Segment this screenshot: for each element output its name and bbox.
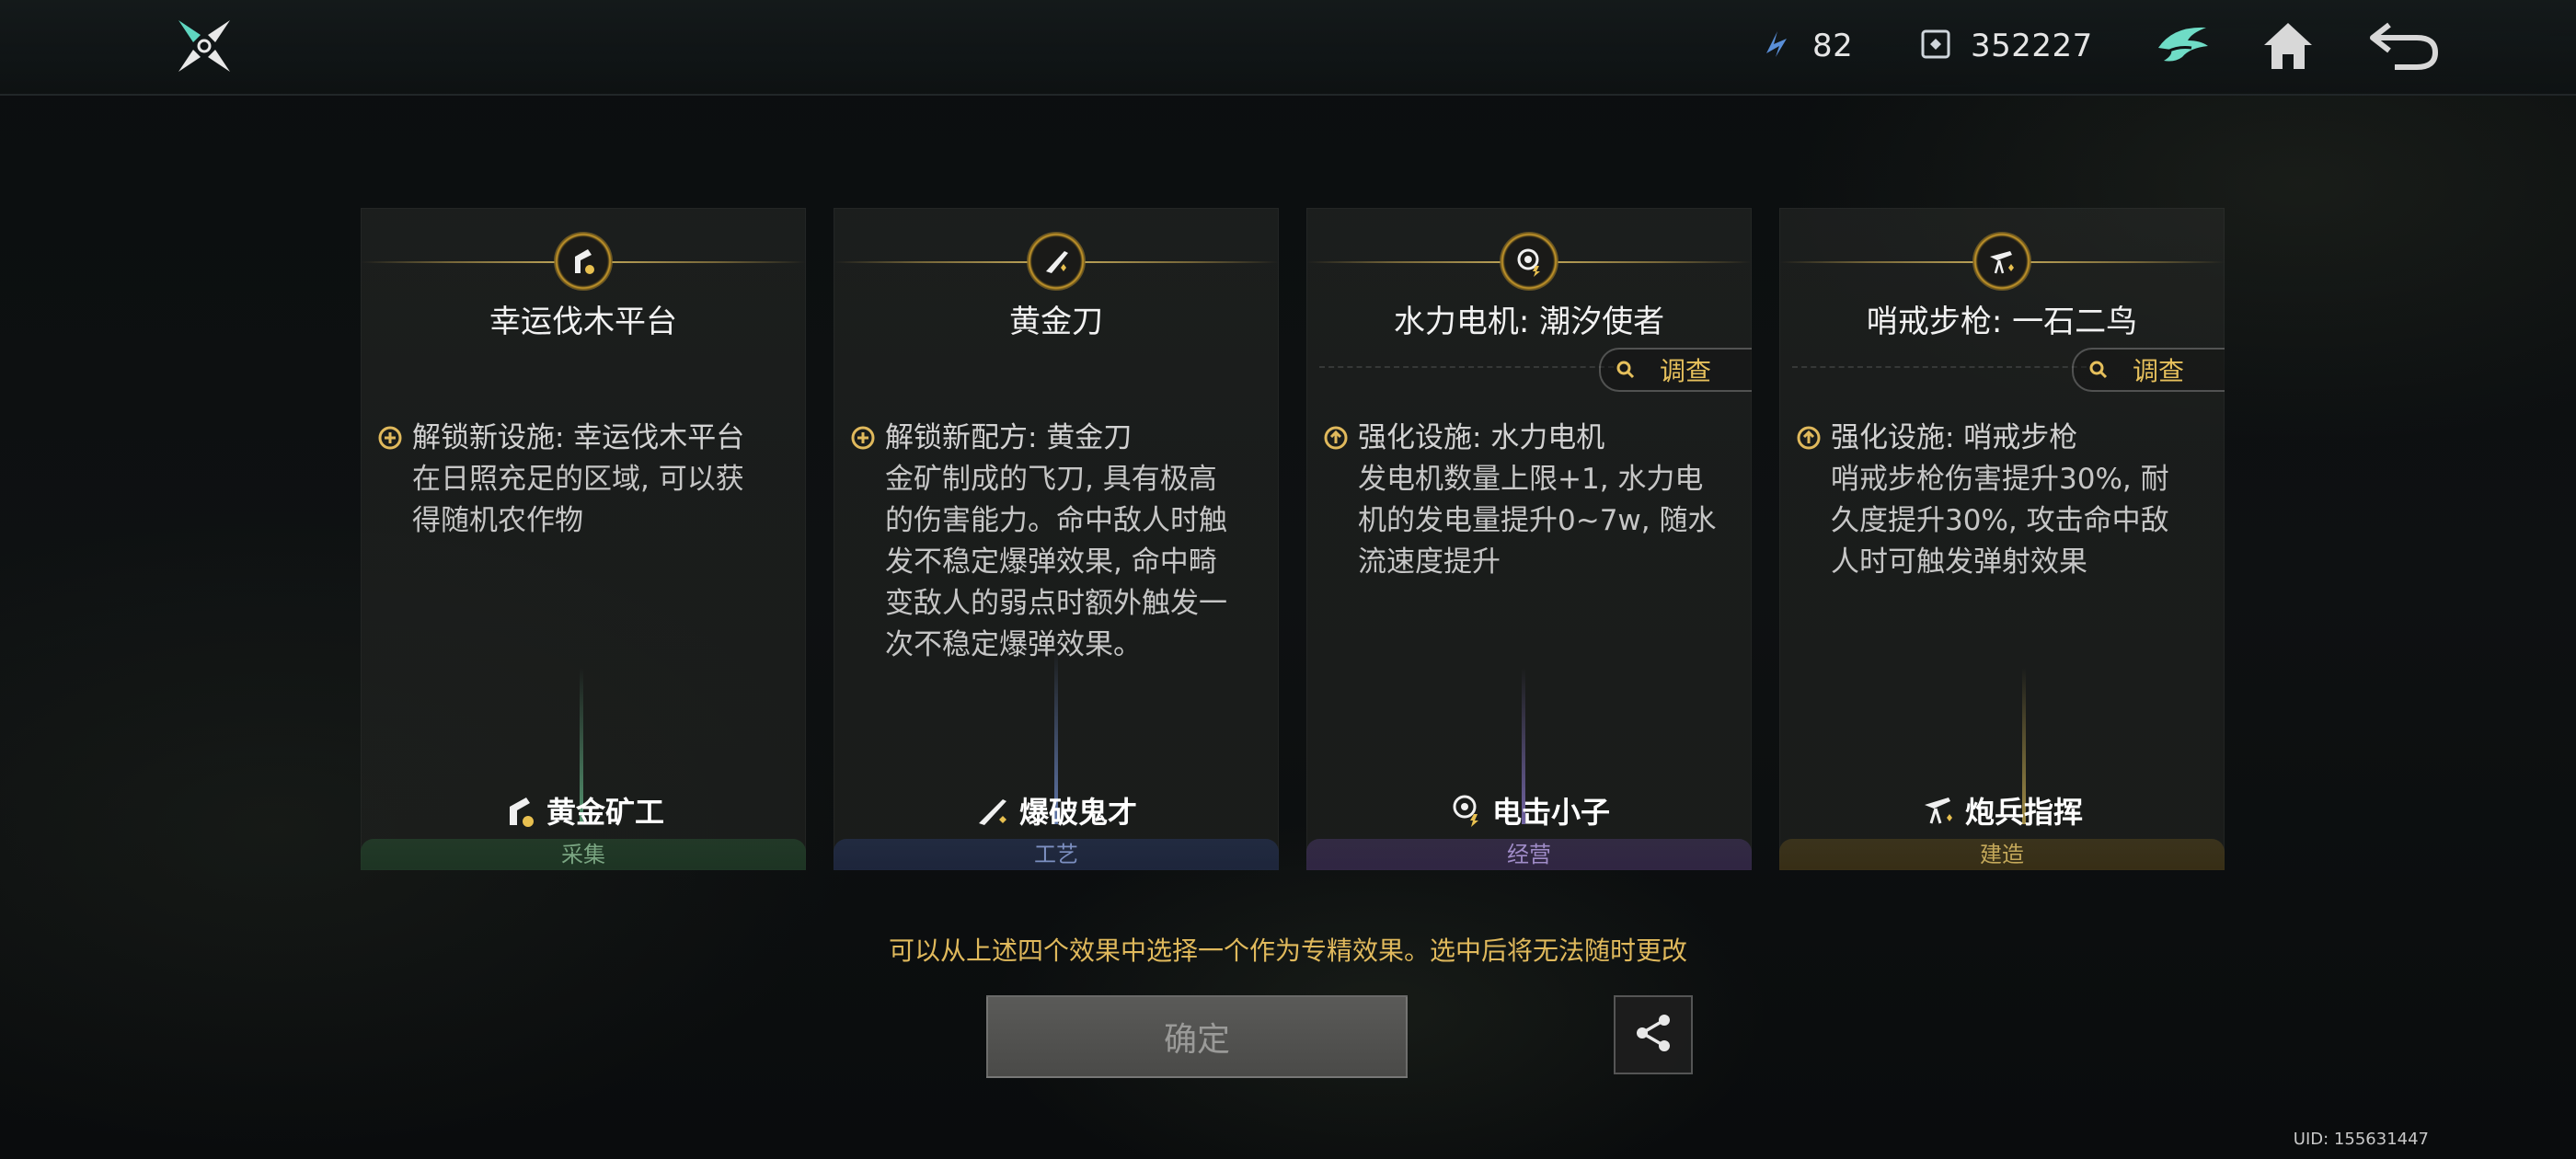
description-headline: 解锁新配方: 黄金刀 [885,421,1133,454]
description-headline: 强化设施: 水力电机 [1358,421,1605,454]
description-body-line: 流速度提升 [1358,545,1501,579]
card-description: 强化设施: 水力电机 发电机数量上限+1, 水力电 机的发电量提升0~7w, 随… [1323,418,1746,583]
card-description: 强化设施: 哨戒步枪 哨戒步枪伤害提升30%, 耐 久度提升30%, 攻击命中敌… [1796,418,2219,583]
hydro-generator-icon [1500,232,1558,291]
description-body-line: 变敌人的弱点时额外触发一 [885,587,1227,620]
description-body-line: 得随机农作物 [412,504,583,537]
dashed-divider [1319,366,1614,368]
card-title: 黄金刀 [1009,304,1103,340]
category-tag: 建造 [1779,839,2225,870]
description-body-line: 发不稳定爆弹效果, 命中畸 [885,545,1217,579]
role-label: 电击小子 [1306,787,1752,833]
effect-card-2[interactable]: 黄金刀 解锁新配方: 黄金刀 金矿制成的飞刀, 具有极高 的伤害能力。命中敌人时… [834,208,1279,870]
shock-kid-icon [1448,792,1485,829]
card-title: 哨戒步枪: 一石二鸟 [1866,304,2138,340]
category-tag: 经营 [1306,839,1752,870]
role-label: 爆破鬼才 [834,787,1279,833]
description-body-line: 在日照充足的区域, 可以获 [412,463,744,496]
demolition-expert-icon [975,792,1012,829]
back-button[interactable] [2370,15,2439,79]
effect-card-3[interactable]: 水力电机: 潮汐使者 调查 强化设施: 水力电机 发电机数量上限+1, 水力电 … [1306,208,1752,870]
description-body-line: 久度提升30%, 攻击命中敌 [1831,504,2169,537]
upgrade-arrow-icon [1323,425,1349,451]
effect-card-1[interactable]: 幸运伐木平台 解锁新设施: 幸运伐木平台 在日照充足的区域, 可以获 得随机农作… [361,208,806,870]
description-body-line: 哨戒步枪伤害提升30%, 耐 [1831,463,2169,496]
investigate-label: 调查 [1660,356,1712,386]
upgrade-arrow-icon [1796,425,1822,451]
investigate-label: 调查 [2133,356,2185,386]
role-name: 爆破鬼才 [1018,795,1137,830]
wing-emblem-button[interactable] [2151,15,2215,79]
description-headline: 解锁新设施: 幸运伐木平台 [412,421,745,454]
card-description: 解锁新设施: 幸运伐木平台 在日照充足的区域, 可以获 得随机农作物 [377,418,800,542]
investigate-button[interactable]: 调查 [2072,348,2225,392]
search-icon [2088,360,2109,380]
description-body-line: 机的发电量提升0~7w, 随水 [1358,504,1717,537]
energy-chip-icon [1759,26,1796,66]
share-button[interactable] [1614,995,1693,1074]
plus-circle-icon [850,425,876,451]
role-label: 炮兵指挥 [1779,787,2225,833]
top-bar: 82 352227 [0,0,2576,96]
card-title: 幸运伐木平台 [489,304,677,340]
role-name: 黄金矿工 [546,795,664,830]
effect-card-4[interactable]: 哨戒步枪: 一石二鸟 调查 强化设施: 哨戒步枪 哨戒步枪伤害提升30%, 耐 … [1779,208,2225,870]
user-id: UID: 155631447 [2293,1130,2429,1149]
resource-1-value: 82 [1812,28,1854,64]
resource-1: 82 [1759,22,1853,70]
description-body-line: 的伤害能力。命中敌人时触 [885,504,1227,537]
golden-knife-icon [1027,232,1086,291]
role-label: 黄金矿工 [361,787,806,833]
investigate-button[interactable]: 调查 [1599,348,1752,392]
description-body-line: 发电机数量上限+1, 水力电 [1358,463,1704,496]
gold-miner-icon [502,792,539,829]
artillery-commander-icon [1921,792,1958,829]
resource-2-value: 352227 [1971,28,2093,64]
currency-chip-icon [1917,26,1954,66]
description-body-line: 金矿制成的飞刀, 具有极高 [885,463,1217,496]
resource-2: 352227 [1917,22,2093,70]
confirm-button[interactable]: 确定 [986,995,1408,1078]
return-arrow-icon [2367,17,2441,76]
shuriken-logo-icon[interactable] [175,17,234,75]
card-description: 解锁新配方: 黄金刀 金矿制成的飞刀, 具有极高 的伤害能力。命中敌人时触 发不… [850,418,1273,666]
role-name: 炮兵指挥 [1964,795,2083,830]
search-icon [1616,360,1636,380]
specialization-screen: 82 352227 幸运伐木平台 解锁新设施: 幸运伐木平台 在日照充足的区域,… [0,0,2576,1159]
selection-hint: 可以从上述四个效果中选择一个作为专精效果。选中后将无法随时更改 [888,935,1687,966]
description-body-line: 人时可触发弹射效果 [1831,545,2087,579]
home-button[interactable] [2256,15,2320,79]
home-icon [2260,19,2316,75]
lumber-platform-icon [554,232,613,291]
plus-circle-icon [377,425,403,451]
wing-emblem-icon [2155,20,2212,74]
category-tag: 采集 [361,839,806,870]
description-headline: 强化设施: 哨戒步枪 [1831,421,2078,454]
dashed-divider [1792,366,2087,368]
role-name: 电击小子 [1491,795,1610,830]
share-icon [1631,1011,1675,1059]
sentry-rifle-icon [1972,232,2031,291]
category-tag: 工艺 [834,839,1279,870]
description-body-line: 次不稳定爆弹效果。 [885,628,1142,661]
card-title: 水力电机: 潮汐使者 [1393,304,1665,340]
